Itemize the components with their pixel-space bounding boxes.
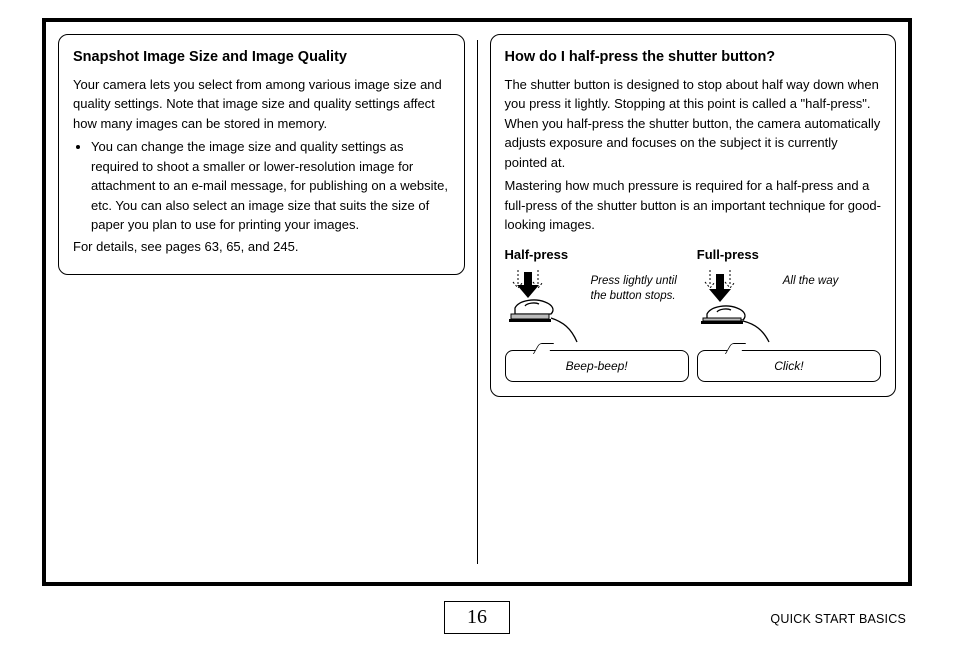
full-press-sound-bubble: Click! [697,350,881,382]
half-press-column: Half-press [505,245,689,383]
full-press-diagram-wrap: All the way [697,268,881,346]
left-bullet: You can change the image size and qualit… [91,137,450,235]
snapshot-settings-box: Snapshot Image Size and Image Quality Yo… [58,34,465,275]
page-number: 16 [444,601,510,634]
half-press-sound: Beep-beep! [566,359,628,373]
half-press-sound-bubble: Beep-beep! [505,350,689,382]
half-press-diagram [505,268,585,346]
half-press-box: How do I half-press the shutter button? … [490,34,897,397]
full-press-column: Full-press [697,245,881,383]
right-column: How do I half-press the shutter button? … [478,34,909,570]
right-para2: Mastering how much pressure is required … [505,176,882,235]
half-press-caption: Press lightly until the button stops. [591,268,689,304]
full-press-sound: Click! [774,359,803,373]
page-frame: Snapshot Image Size and Image Quality Yo… [42,18,912,586]
right-para1: The shutter button is designed to stop a… [505,75,882,173]
content-columns: Snapshot Image Size and Image Quality Yo… [46,34,908,570]
full-press-label: Full-press [697,245,881,265]
press-diagrams-row: Half-press [505,245,882,383]
right-title: How do I half-press the shutter button? [505,47,882,69]
left-intro: Your camera lets you select from among v… [73,75,450,134]
footer-section-label: QUICK START BASICS [770,612,906,626]
full-press-caption: All the way [783,268,839,289]
left-title: Snapshot Image Size and Image Quality [73,47,450,69]
full-press-diagram [697,268,777,346]
left-bullet-list: You can change the image size and qualit… [91,137,450,235]
half-press-label: Half-press [505,245,689,265]
left-column: Snapshot Image Size and Image Quality Yo… [46,34,477,570]
left-details: For details, see pages 63, 65, and 245. [73,237,450,257]
half-press-diagram-wrap: Press lightly until the button stops. [505,268,689,346]
